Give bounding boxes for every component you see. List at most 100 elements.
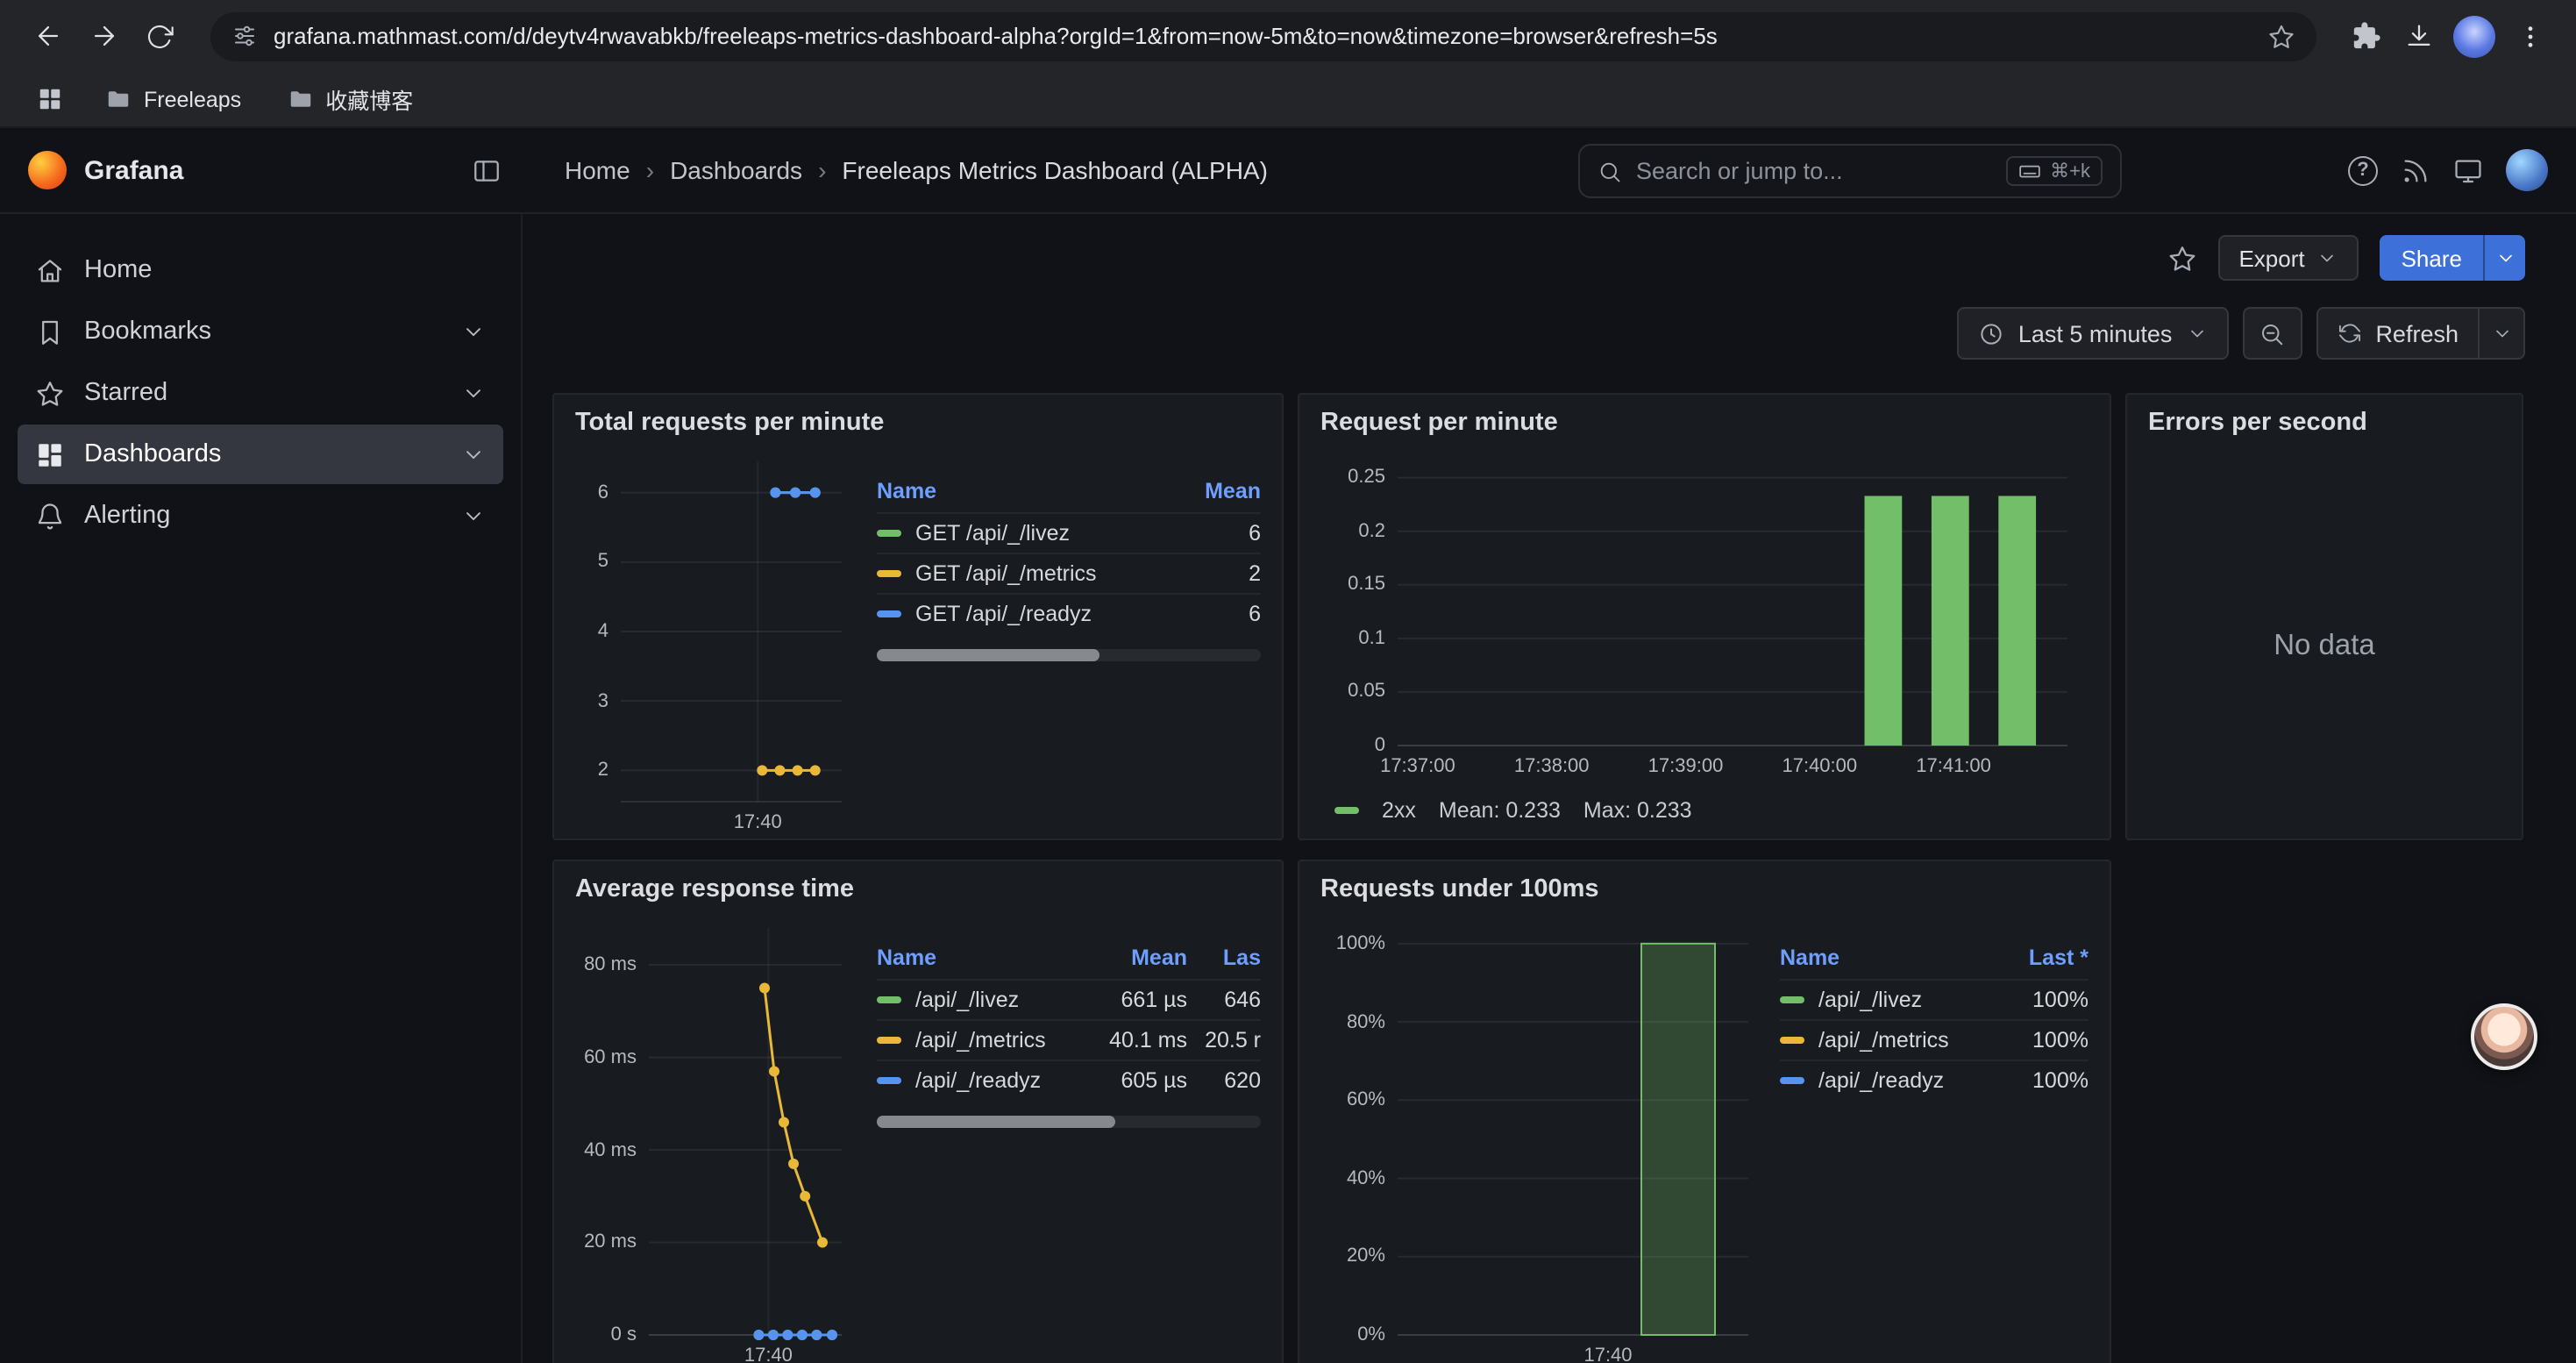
chevron-down-icon[interactable] bbox=[461, 503, 486, 528]
legend-table: Name Mean Las /api/_/livez 661 µs 646 bbox=[877, 914, 1261, 1363]
search-placeholder: Search or jump to... bbox=[1636, 158, 1992, 184]
sidebar-item-starred[interactable]: Starred bbox=[18, 363, 503, 423]
home-icon bbox=[35, 255, 65, 285]
star-icon bbox=[35, 378, 65, 408]
apps-grid-button[interactable] bbox=[25, 75, 74, 124]
series-color-swatch bbox=[877, 1077, 901, 1084]
sidebar-item-bookmarks[interactable]: Bookmarks bbox=[18, 302, 503, 361]
panel-body: 80 ms60 ms40 ms20 ms0 s17:40 Name Mean L… bbox=[554, 907, 1282, 1363]
refresh-button[interactable]: Refresh bbox=[2316, 307, 2480, 360]
sidebar-item-dashboards[interactable]: Dashboards bbox=[18, 425, 503, 484]
grafana-app: Grafana Home › Dashboards › Freeleaps Me… bbox=[0, 128, 2576, 1363]
panel-title[interactable]: Requests under 100ms bbox=[1299, 861, 2110, 907]
downloads-button[interactable] bbox=[2394, 11, 2443, 61]
breadcrumb-separator: › bbox=[818, 156, 826, 184]
legend-col-name[interactable]: Name bbox=[1780, 946, 1992, 970]
bookmark-star-icon[interactable] bbox=[2267, 22, 2295, 50]
keyboard-icon bbox=[2018, 160, 2041, 182]
breadcrumb-separator: › bbox=[646, 156, 654, 184]
series-mean: 40.1 ms bbox=[1075, 1028, 1187, 1053]
legend-col-name[interactable]: Name bbox=[877, 479, 1164, 503]
rss-icon bbox=[2401, 155, 2430, 185]
panel-grid: Total requests per minute 6543217:40 Nam… bbox=[552, 393, 2525, 1363]
site-settings-icon[interactable] bbox=[231, 23, 258, 49]
legend-col-mean[interactable]: Mean bbox=[1164, 479, 1261, 503]
series-last: 100% bbox=[1992, 988, 2089, 1012]
time-range-picker[interactable]: Last 5 minutes bbox=[1957, 307, 2229, 360]
display-button[interactable] bbox=[2453, 155, 2483, 185]
series-name[interactable]: /api/_/livez bbox=[1818, 988, 1992, 1012]
no-data-message: No data bbox=[2127, 454, 2522, 838]
panel-title[interactable]: Total requests per minute bbox=[554, 395, 1282, 440]
series-name[interactable]: GET /api/_/metrics bbox=[915, 561, 1164, 586]
clock-icon bbox=[1978, 320, 2004, 346]
share-button[interactable]: Share bbox=[2380, 235, 2483, 281]
zoom-out-button[interactable] bbox=[2242, 307, 2302, 360]
series-name[interactable]: GET /api/_/livez bbox=[915, 521, 1164, 546]
panel-title[interactable]: Average response time bbox=[554, 861, 1282, 907]
panel-body: 6543217:40 Name Mean GET /api/_/livez 6 bbox=[554, 440, 1282, 840]
news-button[interactable] bbox=[2401, 155, 2430, 185]
zoom-out-icon bbox=[2259, 320, 2285, 346]
bookmark-label: 收藏博客 bbox=[325, 82, 413, 116]
help-button[interactable]: ? bbox=[2348, 155, 2378, 185]
refresh-interval-button[interactable] bbox=[2480, 307, 2525, 360]
series-mean: 661 µs bbox=[1075, 988, 1187, 1012]
scrollbar-thumb[interactable] bbox=[877, 1116, 1115, 1128]
series-color-swatch bbox=[877, 570, 901, 577]
browser-menu-button[interactable] bbox=[2506, 11, 2555, 61]
bookmark-label: Freeleaps bbox=[144, 87, 241, 111]
back-button[interactable] bbox=[21, 10, 74, 62]
series-name[interactable]: /api/_/livez bbox=[915, 988, 1075, 1012]
series-name[interactable]: 2xx bbox=[1382, 798, 1416, 823]
forward-button[interactable] bbox=[77, 10, 130, 62]
series-name[interactable]: /api/_/readyz bbox=[915, 1068, 1075, 1093]
series-name[interactable]: /api/_/metrics bbox=[915, 1028, 1075, 1053]
legend-col-last[interactable]: Las bbox=[1187, 946, 1261, 970]
dock-menu-button[interactable] bbox=[472, 155, 502, 185]
assistant-avatar[interactable] bbox=[2471, 1003, 2537, 1070]
breadcrumb-home[interactable]: Home bbox=[565, 156, 630, 184]
extensions-button[interactable] bbox=[2341, 11, 2390, 61]
time-range-label: Last 5 minutes bbox=[2018, 320, 2173, 346]
sidebar-item-alerting[interactable]: Alerting bbox=[18, 486, 503, 546]
sidebar-item-home[interactable]: Home bbox=[18, 240, 503, 300]
series-name[interactable]: /api/_/readyz bbox=[1818, 1068, 1992, 1093]
legend-col-name[interactable]: Name bbox=[877, 946, 1075, 970]
brand-name: Grafana bbox=[84, 155, 183, 185]
legend-scrollbar[interactable] bbox=[877, 649, 1261, 661]
legend-col-last[interactable]: Last * bbox=[1992, 946, 2089, 970]
browser-profile-avatar[interactable] bbox=[2453, 15, 2495, 57]
bookmark-blog-folder[interactable]: 收藏博客 bbox=[273, 77, 427, 121]
user-avatar[interactable] bbox=[2506, 149, 2548, 191]
chevron-down-icon[interactable] bbox=[461, 381, 486, 405]
chevron-down-icon[interactable] bbox=[461, 319, 486, 344]
search-input[interactable]: Search or jump to... ⌘+k bbox=[1578, 144, 2122, 198]
share-menu-button[interactable] bbox=[2483, 235, 2525, 281]
reload-button[interactable] bbox=[133, 10, 186, 62]
series-last: 646 bbox=[1187, 988, 1261, 1012]
panel-title[interactable]: Errors per second bbox=[2127, 395, 2522, 440]
url-text[interactable]: grafana.mathmast.com/d/deytv4rwavabkb/fr… bbox=[274, 23, 2252, 49]
empty-grid-cell bbox=[2125, 860, 2523, 1363]
panel-request-per-minute: Request per minute 0.250.20.150.10.05017… bbox=[1298, 393, 2111, 840]
chevron-down-icon[interactable] bbox=[461, 442, 486, 467]
refresh-split-button: Refresh bbox=[2316, 307, 2525, 360]
legend-scrollbar[interactable] bbox=[877, 1116, 1261, 1128]
sidebar-toggle-icon bbox=[472, 155, 502, 185]
series-name[interactable]: GET /api/_/readyz bbox=[915, 602, 1164, 626]
series-name[interactable]: /api/_/metrics bbox=[1818, 1028, 1992, 1053]
legend-col-mean[interactable]: Mean bbox=[1075, 946, 1187, 970]
series-last: 20.5 r bbox=[1187, 1028, 1261, 1053]
export-button[interactable]: Export bbox=[2217, 235, 2359, 281]
panel-title[interactable]: Request per minute bbox=[1299, 395, 2110, 440]
series-mean: 2 bbox=[1164, 561, 1261, 586]
legend-header: Name Mean Las bbox=[877, 942, 1261, 979]
bookmark-freeleaps[interactable]: Freeleaps bbox=[91, 81, 255, 118]
favorite-star-button[interactable] bbox=[2167, 243, 2196, 273]
scrollbar-thumb[interactable] bbox=[877, 649, 1099, 661]
breadcrumb-dashboards[interactable]: Dashboards bbox=[670, 156, 802, 184]
refresh-icon bbox=[2337, 321, 2361, 346]
grafana-logo[interactable] bbox=[28, 151, 67, 189]
address-bar[interactable]: grafana.mathmast.com/d/deytv4rwavabkb/fr… bbox=[210, 11, 2316, 61]
